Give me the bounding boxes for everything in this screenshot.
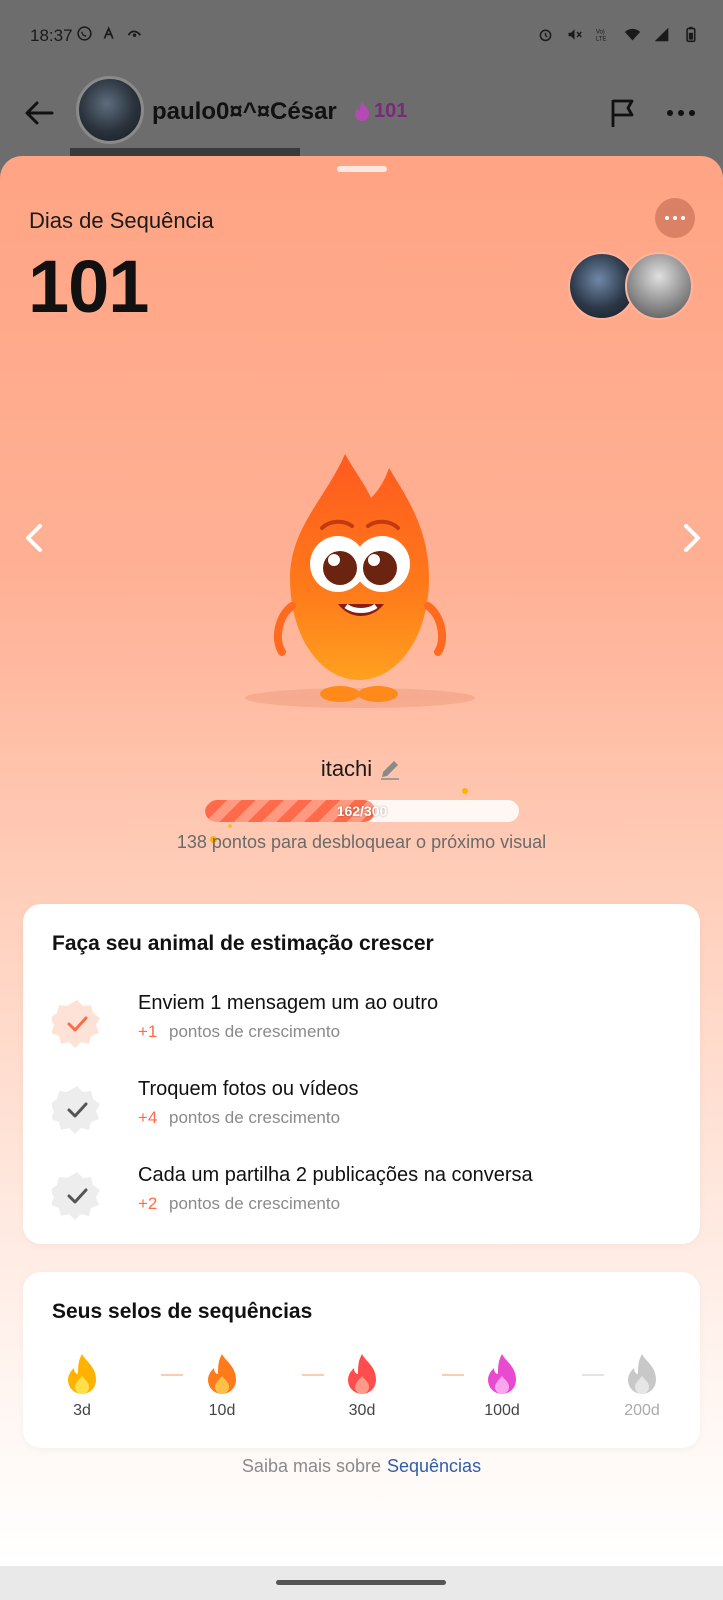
flame-pet-mascot [245,454,475,708]
sparkle-dot [462,788,468,794]
badge-label: 10d [208,1402,236,1419]
pet-name: itachi [320,756,373,781]
badge-connector [582,1374,604,1376]
translate-icon [103,26,114,39]
badge-30d[interactable]: 30d [332,1352,392,1420]
sheet-more-button[interactable] [655,198,695,238]
task-points-label: pontos de crescimento [169,1194,341,1213]
svg-text:LTE: LTE [596,36,606,42]
badge-3d[interactable]: 3d [52,1352,112,1420]
task-title: Cada um partilha 2 publicações na conver… [138,1164,533,1186]
badge-connector [302,1374,324,1376]
chevron-left-icon[interactable] [20,518,50,558]
streak-count: 101 [28,245,149,328]
edit-pencil-icon[interactable] [378,757,402,781]
task-item: Enviem 1 mensagem um ao outro +1 pontos … [52,992,672,1052]
badge-label: 200d [624,1402,660,1419]
sheet-grabber[interactable] [337,166,387,172]
badge-connector [442,1374,464,1376]
more-options-icon[interactable] [664,98,698,128]
signal-icon [654,27,669,42]
wifi-icon [624,28,641,41]
svg-text:Vo): Vo) [596,30,605,36]
system-nav-bar [0,1566,723,1600]
badge-200d[interactable]: 200d [612,1352,672,1420]
task-points-label: pontos de crescimento [169,1108,341,1127]
status-bar: 18:37 Vo) LTE [0,0,723,72]
mute-icon [568,29,582,40]
chat-title[interactable]: paulo0¤^¤César [152,98,337,126]
flame-badge-icon [208,1354,236,1394]
whatsapp-icon [77,26,92,41]
task-points: +2 [138,1194,158,1213]
app-icon [127,30,142,37]
growth-progress-text: 162/300 [336,803,388,819]
badge-label: 100d [484,1402,520,1419]
flame-badge-icon [348,1354,376,1394]
chat-avatar[interactable] [76,76,144,144]
badge-label: 3d [73,1402,91,1419]
streak-badges-card: Seus selos de sequências 3d 10d 30d 100d [23,1272,700,1448]
unlock-hint: 138 pontos para desbloquear o próximo vi… [176,832,547,852]
streak-sheet: Dias de Sequência 101 itachi 162/300 138… [0,156,723,1566]
task-item: Troquem fotos ou vídeos +4 pontos de cre… [52,1078,672,1138]
task-title: Enviem 1 mensagem um ao outro [138,992,439,1014]
grow-card-title: Faça seu animal de estimação crescer [52,932,434,955]
learn-more-row: Saiba mais sobre Sequências [0,1456,723,1477]
streak-flame-icon [355,101,369,121]
volte-icon: Vo)LTE [596,30,606,43]
task-pending-check-icon [52,1172,100,1220]
status-time: 18:37 [30,26,73,45]
flame-badge-locked-icon [628,1354,656,1394]
badge-10d[interactable]: 10d [192,1352,252,1420]
flame-badge-icon [488,1354,516,1394]
task-title: Troquem fotos ou vídeos [138,1078,359,1100]
task-done-check-icon [52,1000,100,1048]
task-pending-check-icon [52,1086,100,1134]
badges-card-title: Seus selos de sequências [52,1300,313,1323]
badge-label: 30d [348,1402,376,1419]
learn-more-link[interactable]: Sequências [387,1456,481,1476]
sparkle-dot [228,824,232,828]
home-gesture-handle[interactable] [276,1580,446,1585]
growth-progress-bar: 162/300 [205,800,519,822]
streak-label: Dias de Sequência [29,208,214,233]
flag-icon[interactable] [606,96,640,130]
badge-100d[interactable]: 100d [472,1352,532,1420]
learn-more-text: Saiba mais sobre [241,1456,381,1476]
chat-streak-count: 101 [374,100,408,122]
alarm-icon [539,29,552,42]
badges-row: 3d 10d 30d 100d 200d [52,1352,672,1432]
task-points-label: pontos de crescimento [169,1022,341,1041]
task-item: Cada um partilha 2 publicações na conver… [52,1164,672,1224]
grow-pet-card: Faça seu animal de estimação crescer Env… [23,904,700,1244]
battery-icon [686,26,696,43]
chevron-right-icon[interactable] [676,518,706,558]
flame-badge-icon [68,1354,96,1394]
chat-streak-badge[interactable]: 101 [352,100,407,123]
participant-avatar-2 [625,252,693,320]
task-points: +4 [138,1108,158,1127]
badge-connector [161,1374,183,1376]
back-arrow-icon[interactable] [22,96,56,130]
task-points: +1 [138,1022,158,1041]
